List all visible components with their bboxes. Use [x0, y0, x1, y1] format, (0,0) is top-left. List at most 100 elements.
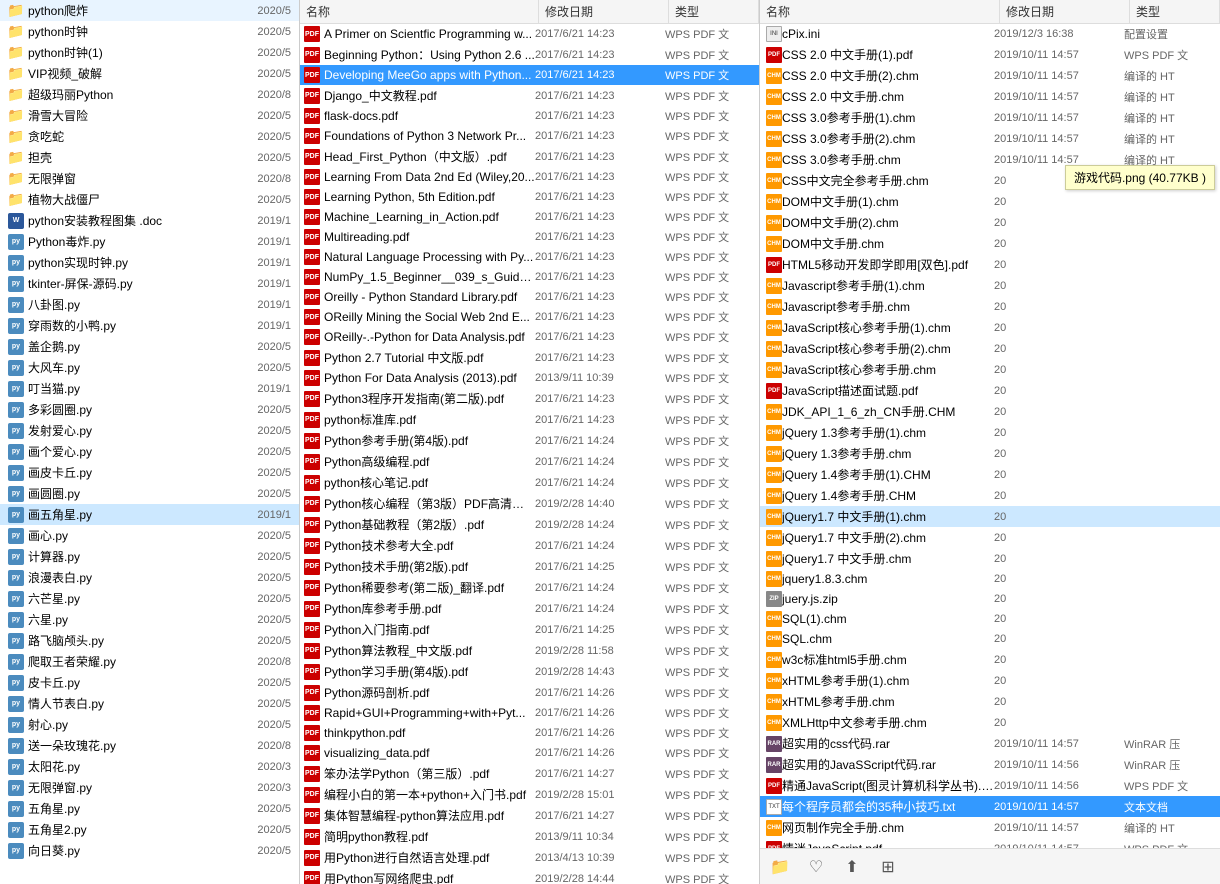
- mid-list-item[interactable]: PDFHead_First_Python（中文版）.pdf2017/6/21 1…: [300, 146, 759, 167]
- right-list-item[interactable]: CHMJDK_API_1_6_zh_CN手册.CHM20: [760, 401, 1220, 422]
- mid-list-item[interactable]: PDFRapid+GUI+Programming+with+Pyt...2017…: [300, 703, 759, 723]
- right-list-item[interactable]: CHMjQuery1.7 中文手册(1).chm20: [760, 506, 1220, 527]
- left-list-item[interactable]: py六星.py2020/5: [0, 609, 299, 630]
- left-list-item[interactable]: py皮卡丘.py2020/5: [0, 672, 299, 693]
- mid-list-item[interactable]: PDFNumPy_1.5_Beginner__039_s_Guide.pdf20…: [300, 267, 759, 287]
- left-list-item[interactable]: 📁滑雪大冒险2020/5: [0, 105, 299, 126]
- left-list-item[interactable]: py大风车.py2020/5: [0, 357, 299, 378]
- mid-list-item[interactable]: PDFOReilly Mining the Social Web 2nd E..…: [300, 307, 759, 327]
- mid-list-item[interactable]: PDFA Primer on Scientfic Programming w..…: [300, 24, 759, 44]
- mid-list-item[interactable]: PDF简明python教程.pdf2013/9/11 10:34WPS PDF …: [300, 826, 759, 847]
- left-list-item[interactable]: 📁python爬炸2020/5: [0, 0, 299, 21]
- right-list-item[interactable]: RAR超实用的css代码.rar2019/10/11 14:57WinRAR 压: [760, 733, 1220, 754]
- mid-list-item[interactable]: PDFPython 2.7 Tutorial 中文版.pdf2017/6/21 …: [300, 347, 759, 368]
- left-list-item[interactable]: 📁植物大战僵尸2020/5: [0, 189, 299, 210]
- mid-list-item[interactable]: PDFPython学习手册(第4版).pdf2019/2/28 14:43WPS…: [300, 661, 759, 682]
- right-list-item[interactable]: RAR超实用的JavaSScript代码.rar2019/10/11 14:56…: [760, 754, 1220, 775]
- mid-list-item[interactable]: PDFLearning Python, 5th Edition.pdf2017/…: [300, 187, 759, 207]
- mid-list-item[interactable]: PDFMachine_Learning_in_Action.pdf2017/6/…: [300, 207, 759, 227]
- mid-list-item[interactable]: PDFOReilly-.-Python for Data Analysis.pd…: [300, 327, 759, 347]
- left-list-item[interactable]: py画个爱心.py2020/5: [0, 441, 299, 462]
- right-list-item[interactable]: CHMDOM中文手册.chm20: [760, 233, 1220, 254]
- mid-list-item[interactable]: PDFPython技术参考大全.pdf2017/6/21 14:24WPS PD…: [300, 535, 759, 556]
- toolbar-folder-btn[interactable]: 📁: [768, 855, 792, 879]
- left-list-item[interactable]: pypython实现时钟.py2019/1: [0, 252, 299, 273]
- left-list-item[interactable]: py八卦图.py2019/1: [0, 294, 299, 315]
- left-list-item[interactable]: 📁python时钟(1)2020/5: [0, 42, 299, 63]
- right-list-item[interactable]: CHMJavaScript核心参考手册.chm20: [760, 359, 1220, 380]
- right-list-item[interactable]: CHMxHTML参考手册.chm20: [760, 691, 1220, 712]
- right-list-item[interactable]: TXT每个程序员都会的35种小技巧.txt2019/10/11 14:57文本文…: [760, 796, 1220, 817]
- mid-list-item[interactable]: PDF笨办法学Python（第三版）.pdf2017/6/21 14:27WPS…: [300, 763, 759, 784]
- toolbar-grid-btn[interactable]: ⊞: [876, 855, 900, 879]
- left-list-item[interactable]: py五角星.py2020/5: [0, 798, 299, 819]
- left-list-item[interactable]: 📁无限弹窗2020/8: [0, 168, 299, 189]
- left-list-item[interactable]: py路飞脑颅头.py2020/5: [0, 630, 299, 651]
- right-list-item[interactable]: CHMJavascript参考手册.chm20: [760, 296, 1220, 317]
- left-list-item[interactable]: 📁VIP视频_破解2020/5: [0, 63, 299, 84]
- mid-list-item[interactable]: PDFpython标准库.pdf2017/6/21 14:23WPS PDF 文: [300, 409, 759, 430]
- right-list-item[interactable]: CHMDOM中文手册(1).chm20: [760, 191, 1220, 212]
- left-list-item[interactable]: 📁python时钟2020/5: [0, 21, 299, 42]
- mid-list-item[interactable]: PDFpython核心笔记.pdf2017/6/21 14:24WPS PDF …: [300, 472, 759, 493]
- mid-list-item[interactable]: PDFBeginning Python：Using Python 2.6 ...…: [300, 44, 759, 65]
- mid-list-item[interactable]: PDFNatural Language Processing with Py..…: [300, 247, 759, 267]
- left-list-item[interactable]: py画五角星.py2019/1: [0, 504, 299, 525]
- mid-list-item[interactable]: PDFthinkpython.pdf2017/6/21 14:26WPS PDF…: [300, 723, 759, 743]
- left-list-item[interactable]: py六芒星.py2020/5: [0, 588, 299, 609]
- right-list-item[interactable]: CHMxHTML参考手册(1).chm20: [760, 670, 1220, 691]
- mid-list-item[interactable]: PDFDeveloping MeeGo apps with Python...2…: [300, 65, 759, 85]
- right-list-item[interactable]: CHMjQuery 1.4参考手册.CHM20: [760, 485, 1220, 506]
- right-list-item[interactable]: INIcPix.ini2019/12/3 16:38配置设置: [760, 24, 1220, 44]
- mid-list-item[interactable]: PDFPython算法教程_中文版.pdf2019/2/28 11:58WPS …: [300, 640, 759, 661]
- mid-list-item[interactable]: PDFDjango_中文教程.pdf2017/6/21 14:23WPS PDF…: [300, 85, 759, 106]
- mid-list-item[interactable]: PDFLearning From Data 2nd Ed (Wiley,20..…: [300, 167, 759, 187]
- right-list-item[interactable]: PDF精通JavaScript(图灵计算机科学丛书).pdf2019/10/11…: [760, 775, 1220, 796]
- right-list-item[interactable]: CHMJavaScript核心参考手册(1).chm20: [760, 317, 1220, 338]
- left-list-item[interactable]: py盖企鹅.py2020/5: [0, 336, 299, 357]
- right-list-item[interactable]: CHMCSS 2.0 中文手册(2).chm2019/10/11 14:57编译…: [760, 65, 1220, 86]
- right-list-item[interactable]: CHMCSS 3.0参考手册(2).chm2019/10/11 14:57编译的…: [760, 128, 1220, 149]
- toolbar-heart-btn[interactable]: ♡: [804, 855, 828, 879]
- mid-list-item[interactable]: PDFPython参考手册(第4版).pdf2017/6/21 14:24WPS…: [300, 430, 759, 451]
- right-list-item[interactable]: ZIPjuery.js.zip20: [760, 589, 1220, 609]
- left-list-item[interactable]: py多彩圆圈.py2020/5: [0, 399, 299, 420]
- left-list-item[interactable]: py叮当猫.py2019/1: [0, 378, 299, 399]
- right-list-item[interactable]: CHM网页制作完全手册.chm2019/10/11 14:57编译的 HT: [760, 817, 1220, 838]
- right-list-item[interactable]: CHMXMLHttp中文参考手册.chm20: [760, 712, 1220, 733]
- mid-list-item[interactable]: PDFflask-docs.pdf2017/6/21 14:23WPS PDF …: [300, 106, 759, 126]
- mid-list-item[interactable]: PDFPython3程序开发指南(第二版).pdf2017/6/21 14:23…: [300, 388, 759, 409]
- right-list-item[interactable]: CHMjQuery 1.4参考手册(1).CHM20: [760, 464, 1220, 485]
- mid-list-item[interactable]: PDFPython技术手册(第2版).pdf2017/6/21 14:25WPS…: [300, 556, 759, 577]
- left-list-item[interactable]: pytkinter-屏保-源码.py2019/1: [0, 273, 299, 294]
- mid-list-item[interactable]: PDF编程小白的第一本+python+入门书.pdf2019/2/28 15:0…: [300, 784, 759, 805]
- left-list-item[interactable]: py浪漫表白.py2020/5: [0, 567, 299, 588]
- left-list-item[interactable]: py无限弹窗.py2020/3: [0, 777, 299, 798]
- mid-list-item[interactable]: PDFPython基础教程（第2版）.pdf2019/2/28 14:24WPS…: [300, 514, 759, 535]
- mid-list-item[interactable]: PDFPython入门指南.pdf2017/6/21 14:25WPS PDF …: [300, 619, 759, 640]
- left-list-item[interactable]: Wpython安装教程图集 .doc2019/1: [0, 210, 299, 231]
- right-list-item[interactable]: PDFHTML5移动开发即学即用[双色].pdf20: [760, 254, 1220, 275]
- left-list-item[interactable]: py画皮卡丘.py2020/5: [0, 462, 299, 483]
- right-list-item[interactable]: CHMjQuery1.7 中文手册(2).chm20: [760, 527, 1220, 548]
- left-list-item[interactable]: py五角星2.py2020/5: [0, 819, 299, 840]
- left-list-item[interactable]: py发射爱心.py2020/5: [0, 420, 299, 441]
- left-list-item[interactable]: py射心.py2020/5: [0, 714, 299, 735]
- right-list-item[interactable]: CHMjQuery 1.3参考手册.chm20: [760, 443, 1220, 464]
- right-list-item[interactable]: CHMCSS 3.0参考手册(1).chm2019/10/11 14:57编译的…: [760, 107, 1220, 128]
- left-list-item[interactable]: 📁贪吃蛇2020/5: [0, 126, 299, 147]
- mid-list-item[interactable]: PDF用Python进行自然语言处理.pdf2013/4/13 10:39WPS…: [300, 847, 759, 868]
- left-list-item[interactable]: py画圆圈.py2020/5: [0, 483, 299, 504]
- mid-list-item[interactable]: PDFMultireading.pdf2017/6/21 14:23WPS PD…: [300, 227, 759, 247]
- right-list-item[interactable]: CHMCSS 2.0 中文手册.chm2019/10/11 14:57编译的 H…: [760, 86, 1220, 107]
- mid-list-item[interactable]: PDFPython For Data Analysis (2013).pdf20…: [300, 368, 759, 388]
- mid-list-item[interactable]: PDFOreilly - Python Standard Library.pdf…: [300, 287, 759, 307]
- mid-list-item[interactable]: PDFPython高级编程.pdf2017/6/21 14:24WPS PDF …: [300, 451, 759, 472]
- right-list-item[interactable]: CHMjQuery 1.3参考手册(1).chm20: [760, 422, 1220, 443]
- left-list-item[interactable]: py画心.py2020/5: [0, 525, 299, 546]
- right-list-item[interactable]: CHMw3c标准html5手册.chm20: [760, 649, 1220, 670]
- mid-list-item[interactable]: PDF用Python写网络爬虫.pdf2019/2/28 14:44WPS PD…: [300, 868, 759, 884]
- right-list-item[interactable]: CHMDOM中文手册(2).chm20: [760, 212, 1220, 233]
- mid-list-item[interactable]: PDFPython源码剖析.pdf2017/6/21 14:26WPS PDF …: [300, 682, 759, 703]
- left-list-item[interactable]: py穿雨数的小鸭.py2019/1: [0, 315, 299, 336]
